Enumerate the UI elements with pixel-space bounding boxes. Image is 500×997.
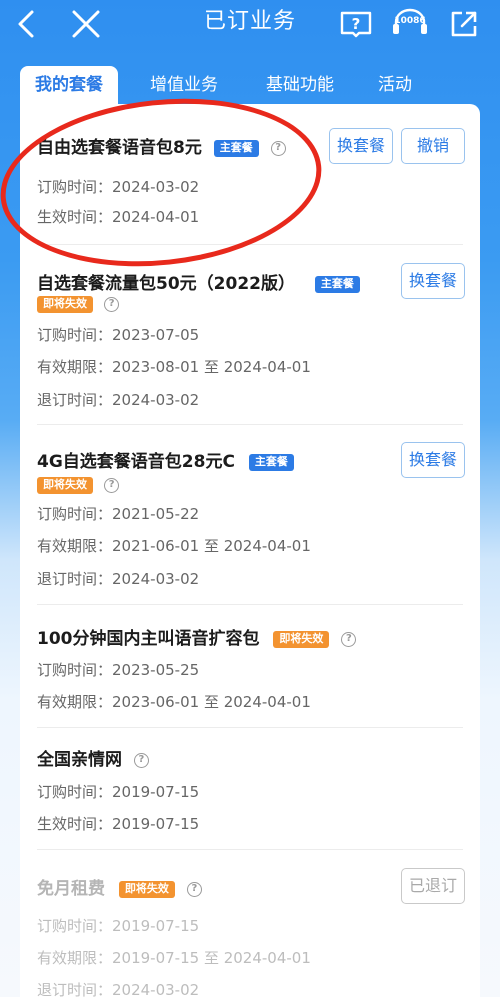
unsubscribed-button: 已退订 — [401, 868, 465, 904]
order-time: 订购时间：2023-05-25 — [37, 661, 200, 679]
item-title: 免月租费 — [37, 879, 105, 899]
tab-basic-functions[interactable]: 基础功能 — [250, 66, 350, 104]
tab-value-added[interactable]: 增值业务 — [134, 66, 234, 104]
list-item: 自选套餐流量包50元（2022版） 主套餐 即将失效 ? 订购时间：2023-0… — [20, 245, 480, 424]
tab-activities[interactable]: 活动 — [368, 66, 422, 104]
expiring-tag: 即将失效 — [273, 630, 330, 648]
question-icon[interactable]: ? — [270, 140, 286, 156]
effective-time: 生效时间：2019-07-15 — [37, 815, 200, 833]
main-plan-tag: 主套餐 — [213, 139, 259, 157]
tab-bar: 我的套餐 增值业务 基础功能 活动 — [20, 66, 490, 104]
order-time: 订购时间：2024-03-02 — [37, 178, 200, 196]
question-icon[interactable]: ? — [104, 297, 120, 312]
item-title: 自由选套餐语音包8元 — [37, 138, 202, 158]
validity-period: 有效期限：2019-07-15 至 2024-04-01 — [37, 949, 311, 967]
share-icon — [451, 11, 477, 37]
unsubscribe-time: 退订时间：2024-03-02 — [37, 391, 200, 409]
question-icon[interactable]: ? — [104, 478, 120, 493]
list-item: 4G自选套餐语音包28元C 主套餐 即将失效 ? 订购时间：2021-05-22… — [20, 425, 480, 604]
question-icon[interactable]: ? — [133, 752, 149, 768]
share-button[interactable] — [444, 4, 484, 44]
hotline-number: 10086 — [394, 16, 426, 26]
effective-time: 生效时间：2024-04-01 — [37, 208, 200, 226]
change-plan-button[interactable]: 换套餐 — [401, 263, 465, 299]
item-title: 4G自选套餐语音包28元C — [37, 452, 235, 472]
expiring-tag: 即将失效 — [118, 880, 175, 898]
list-item: 100分钟国内主叫语音扩容包 即将失效 ? 订购时间：2023-05-25 有效… — [20, 605, 480, 727]
validity-period: 有效期限：2023-08-01 至 2024-04-01 — [37, 358, 311, 376]
order-time: 订购时间：2023-07-05 — [37, 326, 200, 344]
list-item: 全国亲情网 ? 订购时间：2019-07-15 生效时间：2019-07-15 — [20, 728, 480, 849]
help-button[interactable]: ? — [336, 4, 376, 44]
question-icon[interactable]: ? — [186, 881, 202, 897]
validity-period: 有效期限：2023-06-01 至 2024-04-01 — [37, 693, 311, 711]
order-time: 订购时间：2019-07-15 — [37, 783, 200, 801]
svg-text:?: ? — [352, 15, 361, 33]
help-book-icon: ? — [340, 11, 372, 38]
change-plan-button[interactable]: 换套餐 — [329, 128, 393, 164]
list-item: 免月租费 即将失效 ? 订购时间：2019-07-15 有效期限：2019-07… — [20, 850, 480, 997]
order-time: 订购时间：2019-07-15 — [37, 917, 200, 935]
validity-period: 有效期限：2021-06-01 至 2024-04-01 — [37, 537, 311, 555]
unsubscribe-time: 退订时间：2024-03-02 — [37, 570, 200, 588]
revoke-button[interactable]: 撤销 — [401, 128, 465, 164]
main-plan-tag: 主套餐 — [248, 453, 294, 471]
tab-my-plan[interactable]: 我的套餐 — [20, 66, 118, 104]
main-plan-tag: 主套餐 — [314, 275, 360, 293]
question-icon[interactable]: ? — [341, 631, 357, 647]
expiring-tag: 即将失效 — [37, 296, 93, 313]
unsubscribe-time: 退订时间：2024-03-02 — [37, 981, 200, 997]
order-time: 订购时间：2021-05-22 — [37, 505, 200, 523]
change-plan-button[interactable]: 换套餐 — [401, 442, 465, 478]
subscription-list: 自由选套餐语音包8元 主套餐 ? 订购时间：2024-03-02 生效时间：20… — [20, 104, 480, 997]
item-title: 自选套餐流量包50元（2022版） — [37, 274, 295, 294]
expiring-tag: 即将失效 — [37, 477, 93, 494]
top-bar: 已订业务 ? 10086 — [0, 0, 500, 50]
customer-service-button[interactable]: 10086 — [388, 4, 432, 44]
item-title: 全国亲情网 — [37, 750, 122, 770]
list-item: 自由选套餐语音包8元 主套餐 ? 订购时间：2024-03-02 生效时间：20… — [20, 104, 480, 244]
item-title: 100分钟国内主叫语音扩容包 — [37, 629, 260, 649]
